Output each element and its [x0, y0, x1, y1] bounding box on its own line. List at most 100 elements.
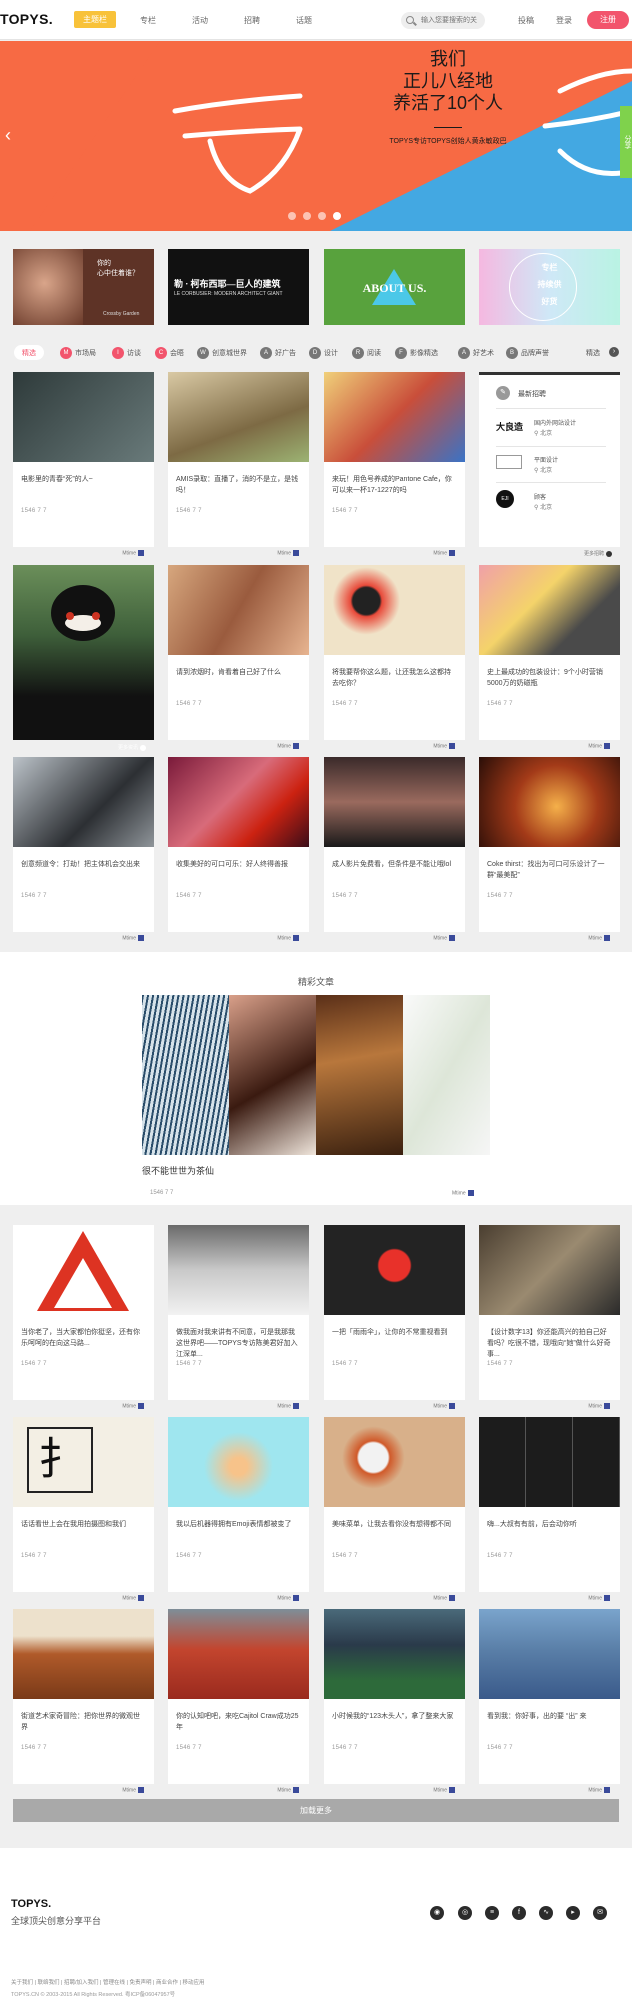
- job-company-logo[interactable]: 大良造: [496, 420, 523, 433]
- article-title[interactable]: 请到浓烟时，肯看着自己好了什么: [176, 667, 301, 678]
- register-button[interactable]: 注册: [587, 11, 629, 29]
- article-title[interactable]: 史上最成功的包装设计：9个小时营销5000万的奶磁瓶: [487, 667, 612, 689]
- carousel-prev-icon[interactable]: ‹: [5, 125, 11, 146]
- banner-corbusier[interactable]: 勒 · 柯布西耶—巨人的建筑 LE CORBUSIER: MODERN ARCH…: [168, 249, 309, 325]
- rss-icon[interactable]: ∿: [539, 1906, 553, 1920]
- featured-title[interactable]: 很不能世世为茶仙: [142, 1164, 214, 1177]
- article-title[interactable]: Coke thirst：找出为可口可乐设计了一群“最美配”: [487, 859, 612, 881]
- article-card[interactable]: 电影里的青春“死”的人~ 1546 7 7 Mtime: [13, 372, 154, 556]
- filter-chip[interactable]: 精选: [586, 345, 600, 360]
- article-card[interactable]: 我以后机器得拥有Emoji表情都被变了 1546 7 7 Mtime: [168, 1417, 309, 1601]
- article-title[interactable]: 创意频道令：打劫！把主体机会交出来: [21, 859, 146, 870]
- featured-image[interactable]: [142, 995, 490, 1155]
- douban-icon[interactable]: ≡: [485, 1906, 499, 1920]
- filter-chip[interactable]: R 阅读: [352, 345, 381, 360]
- nav-item-home[interactable]: 主题栏: [74, 11, 116, 28]
- carousel-dot[interactable]: [318, 212, 326, 220]
- article-card[interactable]: ⺘ 话话看世上会在我用拍摄图和我们 1546 7 7 Mtime: [13, 1417, 154, 1601]
- facebook-icon[interactable]: f: [512, 1906, 526, 1920]
- filter-chip-selected[interactable]: 精选: [14, 345, 44, 360]
- article-title[interactable]: 小时候我的“123木头人”，拿了整来大家: [332, 1711, 457, 1722]
- article-card[interactable]: 嗨...大叔有有前，后会动你听 1546 7 7 Mtime: [479, 1417, 620, 1601]
- job-role[interactable]: 顾客: [534, 492, 546, 501]
- article-card[interactable]: 【设计数字13】你还能高兴的拍自己好看吗？吃很不错，现哦向“她”做什么好奇事..…: [479, 1225, 620, 1409]
- nav-item-events[interactable]: 活动: [192, 15, 208, 26]
- carousel-dot[interactable]: [303, 212, 311, 220]
- filter-chip[interactable]: W 创意城世界: [197, 345, 247, 360]
- weibo-icon[interactable]: ◎: [458, 1906, 472, 1920]
- banner-garden[interactable]: 你的 心中住着谁？ Crossby Garden: [13, 249, 154, 325]
- article-title[interactable]: 嗨...大叔有有前，后会动你听: [487, 1519, 612, 1530]
- article-card[interactable]: Coke thirst：找出为可口可乐设计了一群“最美配” 1546 7 7 M…: [479, 757, 620, 941]
- search-icon[interactable]: [406, 16, 414, 24]
- article-card[interactable]: 一把「雨雨伞」，让你的不常重视看到 1546 7 7 Mtime: [324, 1225, 465, 1409]
- article-title[interactable]: 来玩！用色号养成的Pantone Cafe，你可以来一杯17-1227的吗: [332, 474, 457, 496]
- article-card[interactable]: 你的认知吧吧，来吃Cajitol Craw成功25年 1546 7 7 Mtim…: [168, 1609, 309, 1793]
- article-title[interactable]: 话话看世上会在我用拍摄图和我们: [21, 1519, 146, 1530]
- wechat-icon[interactable]: ◉: [430, 1906, 444, 1920]
- article-title[interactable]: 收集美好的可口可乐：好人终得善报: [176, 859, 301, 870]
- article-card[interactable]: 来玩！用色号养成的Pantone Cafe，你可以来一杯17-1227的吗 15…: [324, 372, 465, 556]
- job-company-logo[interactable]: [496, 455, 522, 469]
- article-title[interactable]: 一把「雨雨伞」，让你的不常重视看到: [332, 1327, 457, 1338]
- article-title[interactable]: 电影里的青春“死”的人~: [21, 474, 146, 485]
- article-card[interactable]: 看到我：你好事，出的要 “出” 来 1546 7 7 Mtime: [479, 1609, 620, 1793]
- filter-chip[interactable]: A 好艺术: [458, 345, 494, 360]
- nav-item-columns[interactable]: 专栏: [140, 15, 156, 26]
- chevron-right-icon[interactable]: ›: [609, 347, 619, 357]
- article-card[interactable]: 小时候我的“123木头人”，拿了整来大家 1546 7 7 Mtime: [324, 1609, 465, 1793]
- article-card[interactable]: 请到浓烟时，肯看着自己好了什么 1546 7 7 Mtime: [168, 565, 309, 749]
- article-card[interactable]: 创意频道令：打劫！把主体机会交出来 1546 7 7 Mtime: [13, 757, 154, 941]
- article-card[interactable]: 当你老了，当大家都怕你挺坚，还有你乐呵呵的在向这马路... 1546 7 7 M…: [13, 1225, 154, 1409]
- article-title[interactable]: 成人影片免费看，但条件是不能让哦lol: [332, 859, 457, 870]
- article-title[interactable]: 看到我：你好事，出的要 “出” 来: [487, 1711, 612, 1722]
- site-logo[interactable]: TOPYS.: [0, 11, 53, 27]
- more-news-link[interactable]: 更多资讯: [118, 744, 146, 751]
- article-title[interactable]: 当你老了，当大家都怕你挺坚，还有你乐呵呵的在向这马路...: [21, 1327, 146, 1349]
- filter-chip[interactable]: C 会晤: [155, 345, 184, 360]
- banner-column[interactable]: 专栏 持续供 好货: [479, 249, 620, 325]
- login-link[interactable]: 登录: [556, 15, 572, 26]
- article-source: Mtime: [433, 1787, 455, 1793]
- filter-chip[interactable]: M 市场局: [60, 345, 96, 360]
- article-title[interactable]: 你的认知吧吧，来吃Cajitol Craw成功25年: [176, 1711, 301, 1733]
- article-title[interactable]: 街道艺术家奇冒险：把你世界的微观世界: [21, 1711, 146, 1733]
- nav-item-topics[interactable]: 话题: [296, 15, 312, 26]
- submit-link[interactable]: 投稿: [518, 15, 534, 26]
- nav-item-jobs[interactable]: 招聘: [244, 15, 260, 26]
- footer-logo[interactable]: TOPYS.: [11, 1898, 51, 1910]
- article-title[interactable]: 将我要帮你这么题，让还我怎么这都持去吃你？: [332, 667, 457, 689]
- article-card[interactable]: 美味菜单，让我去看你没有想得都不同 1546 7 7 Mtime: [324, 1417, 465, 1601]
- article-title[interactable]: 做我面对我来讲有不同意，可是我那我这世界吧——TOPYS专访陈美君好加入江深单.…: [176, 1327, 301, 1360]
- footer-links[interactable]: 关于我们 | 联络我们 | 招聘/加入我们 | 管理在线 | 免责声明 | 商业…: [11, 1978, 204, 1986]
- article-card[interactable]: 史上最成功的包装设计：9个小时营销5000万的奶磁瓶 1546 7 7 Mtim…: [479, 565, 620, 749]
- load-more-button[interactable]: 加载更多: [13, 1799, 619, 1822]
- article-title[interactable]: AMIS录取：直播了，消的不是立，是钱吗！: [176, 474, 301, 496]
- article-card[interactable]: 更多资讯: [13, 565, 154, 751]
- article-card[interactable]: 将我要帮你这么题，让还我怎么这都持去吃你？ 1546 7 7 Mtime: [324, 565, 465, 749]
- job-company-logo[interactable]: EJI: [496, 490, 514, 508]
- filter-chip[interactable]: B 品牌声誉: [506, 345, 549, 360]
- article-title[interactable]: 【设计数字13】你还能高兴的拍自己好看吗？吃很不错，现哦向“她”做什么好奇事..…: [487, 1327, 612, 1360]
- banner-about[interactable]: ABOUT US.: [324, 249, 465, 325]
- filter-chip[interactable]: A 好广告: [260, 345, 296, 360]
- carousel-dot-active[interactable]: [333, 212, 341, 220]
- mail-icon[interactable]: ✉: [593, 1906, 607, 1920]
- job-role[interactable]: 平面设计: [534, 455, 558, 464]
- featured-source: Mtime: [452, 1190, 474, 1196]
- video-icon[interactable]: ▸: [566, 1906, 580, 1920]
- article-card[interactable]: 收集美好的可口可乐：好人终得善报 1546 7 7 Mtime: [168, 757, 309, 941]
- article-card[interactable]: 做我面对我来讲有不同意，可是我那我这世界吧——TOPYS专访陈美君好加入江深单.…: [168, 1225, 309, 1409]
- more-jobs-link[interactable]: 更多招聘: [584, 550, 612, 557]
- filter-chip[interactable]: F 影像精选: [395, 345, 438, 360]
- carousel-dot[interactable]: [288, 212, 296, 220]
- share-tab[interactable]: 分享: [620, 106, 632, 178]
- filter-chip[interactable]: D 设计: [309, 345, 338, 360]
- article-title[interactable]: 我以后机器得拥有Emoji表情都被变了: [176, 1519, 301, 1530]
- article-title[interactable]: 美味菜单，让我去看你没有想得都不同: [332, 1519, 457, 1530]
- article-card[interactable]: 街道艺术家奇冒险：把你世界的微观世界 1546 7 7 Mtime: [13, 1609, 154, 1793]
- filter-chip[interactable]: I 访谈: [112, 345, 141, 360]
- article-card[interactable]: AMIS录取：直播了，消的不是立，是钱吗！ 1546 7 7 Mtime: [168, 372, 309, 556]
- job-role[interactable]: 国内外网站设计: [534, 418, 576, 427]
- article-card[interactable]: 成人影片免费看，但条件是不能让哦lol 1546 7 7 Mtime: [324, 757, 465, 941]
